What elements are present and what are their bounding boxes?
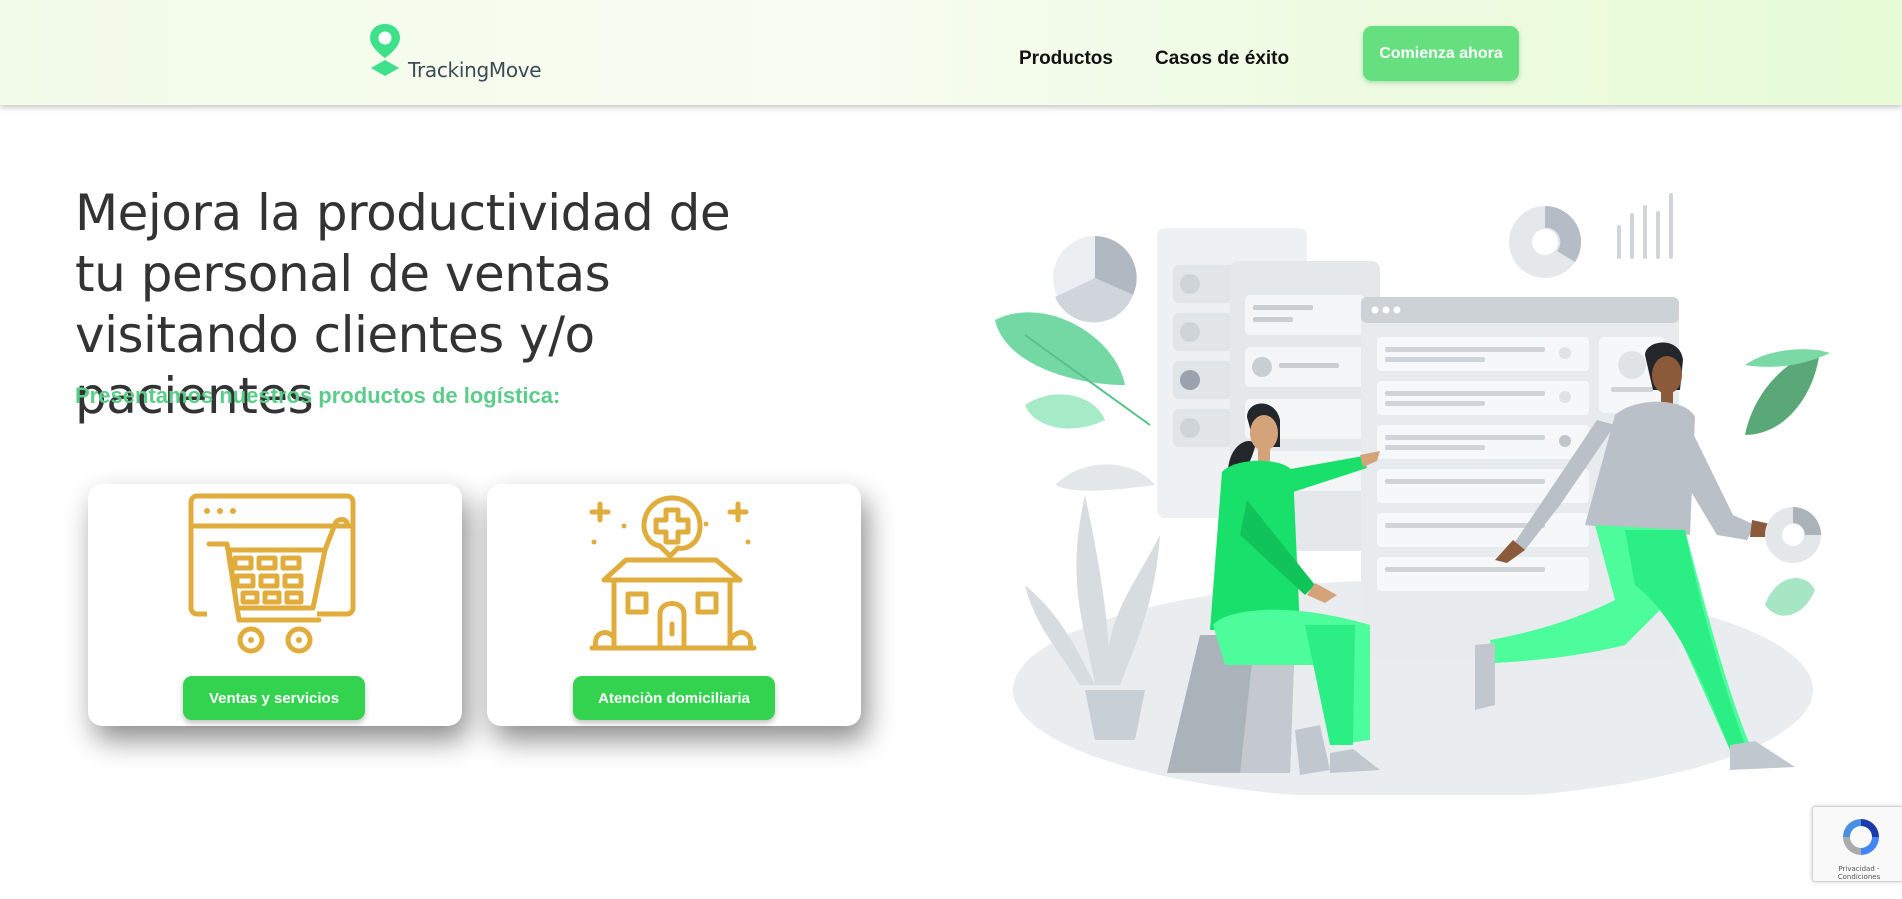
recaptcha-links[interactable]: Privacidad - Condiciones (1817, 865, 1901, 881)
shopping-cart-browser-icon (188, 493, 356, 654)
map-pin-logo-icon (370, 24, 400, 76)
hero-subtitle: Presentamos nuestros productos de logíst… (75, 383, 561, 408)
product-card-ventas: Ventas y servicios (88, 484, 462, 726)
recaptcha-icon (1843, 819, 1879, 855)
product-card-atencion: Atenciòn domiciliaria (487, 484, 861, 726)
site-header: TrackingMove Productos Casos de éxito Co… (0, 0, 1902, 105)
comienza-ahora-button[interactable]: Comienza ahora (1363, 26, 1519, 81)
leaf-decoration (995, 312, 1125, 385)
brand-name: TrackingMove (408, 58, 542, 82)
ventas-y-servicios-button[interactable]: Ventas y servicios (183, 676, 365, 720)
recaptcha-badge[interactable]: Privacidad - Condiciones (1812, 806, 1902, 882)
nav-casos-de-exito[interactable]: Casos de éxito (1155, 48, 1289, 70)
nav-productos[interactable]: Productos (1019, 48, 1113, 70)
sales-team-illustration (995, 193, 1830, 795)
atencion-domiciliaria-button[interactable]: Atenciòn domiciliaria (573, 676, 775, 720)
home-health-icon (589, 495, 757, 651)
bars-decoration (1617, 193, 1673, 259)
brand-logo[interactable]: TrackingMove (368, 22, 542, 82)
